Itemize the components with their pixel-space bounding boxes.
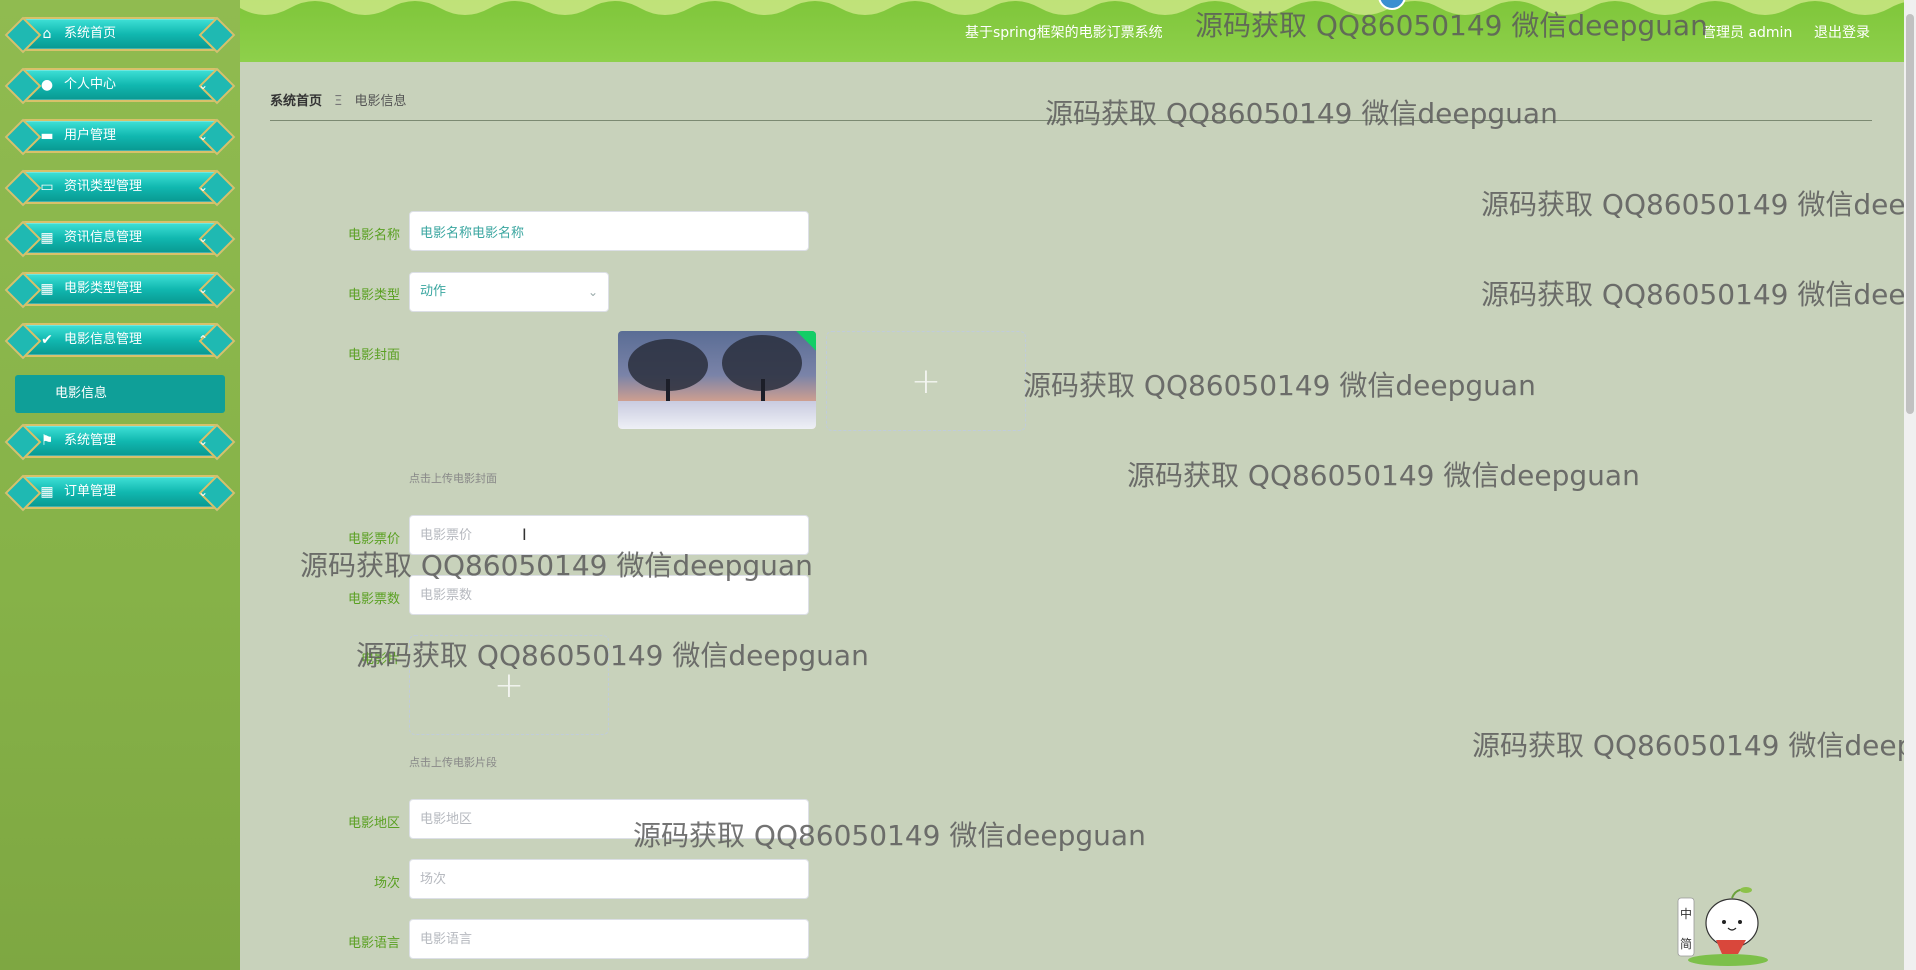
sidebar-item-movie-info[interactable]: ✔ 电影信息管理 ⌃ <box>4 321 236 360</box>
sidebar-item-label: 电影类型管理 <box>64 281 143 296</box>
movie-cover-image[interactable] <box>618 331 816 429</box>
sidebar-item-label: 系统首页 <box>64 26 117 41</box>
monitor-icon: ▭ <box>40 179 54 195</box>
movie-type-value: 动作 <box>420 284 447 299</box>
chevron-down-icon: ⌄ <box>197 434 208 448</box>
sidebar-item-home[interactable]: ⌂ 系统首页 <box>4 15 236 54</box>
breadcrumb: 系统首页 Ξ 电影信息 <box>270 90 407 109</box>
chevron-down-icon: ⌄ <box>197 129 208 143</box>
sidebar-item-profile[interactable]: ● 个人中心 ⌄ <box>4 66 236 105</box>
current-user: 管理员 admin <box>1702 25 1793 41</box>
text-cursor-icon: I <box>522 525 527 544</box>
sidebar: ⌂ 系统首页 ● 个人中心 ⌄ ▬ 用户管理 ⌄ ▭ 资讯类型管理 ⌄ ▦ 资讯… <box>0 0 240 970</box>
sidebar-subitem-movie-info[interactable]: 电影信息 <box>15 375 225 413</box>
sidebar-item-label: 电影信息管理 <box>64 332 143 347</box>
main-content: 系统首页 Ξ 电影信息 电影名称 电影类型 动作 ⌄ 电影封面 + 点击上传电影… <box>240 62 1916 970</box>
sidebar-item-orders[interactable]: ▦ 订单管理 ⌄ <box>4 473 236 512</box>
movie-price-label: 电影票价 <box>347 532 400 547</box>
session-label: 场次 <box>373 876 400 891</box>
chevron-down-icon: ⌄ <box>197 78 208 92</box>
movie-region-input[interactable] <box>409 799 809 839</box>
movie-name-input[interactable] <box>409 211 809 251</box>
chevron-down-icon: ⌄ <box>197 282 208 296</box>
chevron-up-icon: ⌃ <box>197 333 208 347</box>
sidebar-item-system[interactable]: ⚑ 系统管理 ⌄ <box>4 422 236 461</box>
grid-icon: ▦ <box>40 230 54 246</box>
breadcrumb-divider <box>270 120 1872 121</box>
scrollbar-thumb[interactable] <box>1906 14 1914 414</box>
chevron-down-icon: ⌄ <box>197 231 208 245</box>
briefcase-icon: ▬ <box>40 128 54 144</box>
top-header: 基于spring框架的电影订票系统 管理员 admin 退出登录 <box>240 0 1916 62</box>
breadcrumb-home[interactable]: 系统首页 <box>270 94 322 109</box>
sidebar-item-label: 资讯类型管理 <box>64 179 143 194</box>
movie-price-input[interactable] <box>409 515 809 555</box>
clip-upload-hint: 点击上传电影片段 <box>409 756 497 769</box>
clipboard-icon: ✔ <box>41 332 53 348</box>
upload-success-badge <box>796 331 816 351</box>
movie-cover-label: 电影封面 <box>347 348 400 363</box>
app-title: 基于spring框架的电影订票系统 <box>965 25 1163 41</box>
chevron-down-icon: ⌄ <box>197 485 208 499</box>
sidebar-item-news-type[interactable]: ▭ 资讯类型管理 ⌄ <box>4 168 236 207</box>
breadcrumb-separator-icon: Ξ <box>334 94 343 109</box>
grid-icon: ▦ <box>40 484 54 500</box>
movie-ticket-count-input[interactable] <box>409 575 809 615</box>
movie-type-label: 电影类型 <box>347 288 400 303</box>
session-input[interactable] <box>409 859 809 899</box>
cover-upload-hint: 点击上传电影封面 <box>409 472 497 485</box>
logout-link[interactable]: 退出登录 <box>1814 22 1870 42</box>
sidebar-subitem-label: 电影信息 <box>55 386 108 401</box>
movie-ticket-count-label: 电影票数 <box>347 592 400 607</box>
sidebar-item-users[interactable]: ▬ 用户管理 ⌄ <box>4 117 236 156</box>
movie-type-select[interactable]: 动作 ⌄ <box>409 272 609 312</box>
user-icon: ● <box>40 77 54 93</box>
mascot-label-top: 中 <box>1680 906 1692 921</box>
movie-clip-label: 电影片 <box>360 652 400 667</box>
sidebar-item-label: 资讯信息管理 <box>64 230 143 245</box>
plus-icon: + <box>493 664 525 706</box>
mascot-label-bottom: 简 <box>1680 937 1692 951</box>
movie-language-input[interactable] <box>409 919 809 959</box>
movie-name-label: 电影名称 <box>347 228 400 243</box>
sidebar-item-label: 系统管理 <box>64 433 117 448</box>
movie-region-label: 电影地区 <box>347 816 400 831</box>
sidebar-item-label: 个人中心 <box>64 77 117 92</box>
mascot-widget[interactable]: 中 简 <box>1676 878 1776 968</box>
plus-icon: + <box>910 360 942 402</box>
chevron-down-icon: ⌄ <box>587 285 598 299</box>
sidebar-item-movie-type[interactable]: ▦ 电影类型管理 ⌄ <box>4 270 236 309</box>
clip-upload-button[interactable]: + <box>409 635 609 735</box>
grid-icon: ▦ <box>40 281 54 297</box>
breadcrumb-current: 电影信息 <box>354 94 407 109</box>
sidebar-item-news-info[interactable]: ▦ 资讯信息管理 ⌄ <box>4 219 236 258</box>
vertical-scrollbar[interactable] <box>1904 0 1916 970</box>
sidebar-item-label: 用户管理 <box>64 128 117 143</box>
cover-upload-button[interactable]: + <box>826 331 1026 431</box>
sidebar-item-label: 订单管理 <box>64 484 117 499</box>
home-icon: ⌂ <box>42 26 52 42</box>
movie-language-label: 电影语言 <box>347 936 400 951</box>
flag-icon: ⚑ <box>40 433 54 449</box>
chevron-down-icon: ⌄ <box>197 180 208 194</box>
